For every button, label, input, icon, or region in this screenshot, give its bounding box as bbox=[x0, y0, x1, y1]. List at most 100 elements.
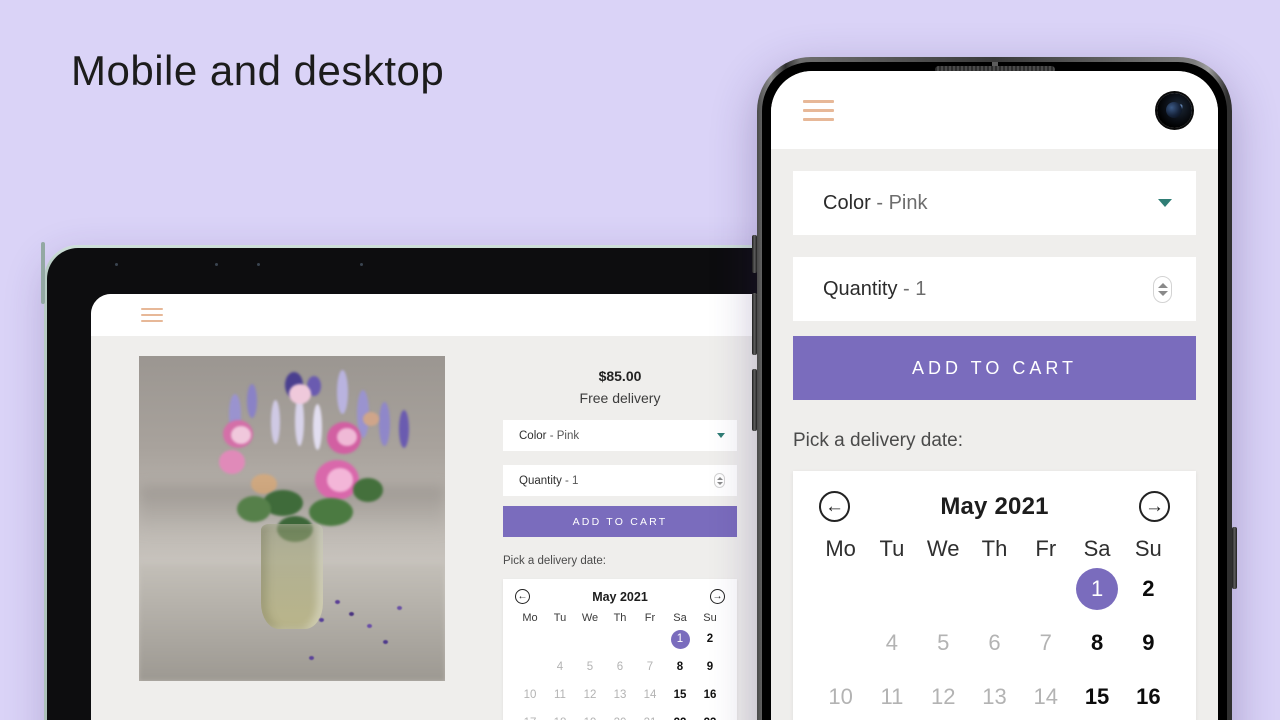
calendar-day-empty bbox=[866, 562, 917, 616]
weekday-header-mo: Mo bbox=[522, 612, 538, 624]
tablet-purchase-panel: $85.00 Free delivery Color - Pink Quanti… bbox=[503, 356, 737, 720]
quantity-stepper[interactable]: Quantity - 1 bbox=[793, 257, 1196, 321]
phone-power-button[interactable] bbox=[1232, 527, 1237, 589]
calendar-day-15[interactable]: 15 bbox=[1071, 670, 1122, 720]
calendar-day-empty bbox=[605, 625, 635, 653]
phone-side-button-1[interactable] bbox=[752, 235, 757, 273]
hamburger-icon[interactable] bbox=[803, 99, 834, 121]
hamburger-icon[interactable] bbox=[141, 308, 163, 322]
selected-day-badge: 1 bbox=[1076, 568, 1119, 610]
pick-date-label: Pick a delivery date: bbox=[793, 430, 964, 451]
phone-volume-up-button[interactable] bbox=[752, 293, 757, 355]
page-title: Mobile and desktop bbox=[71, 47, 445, 94]
add-to-cart-button[interactable]: ADD TO CART bbox=[503, 506, 737, 537]
calendar-grid: MoTuWeThFrSaSu12456789101112131415161718… bbox=[515, 612, 725, 720]
arrow-right-circle-icon[interactable]: → bbox=[1138, 491, 1170, 522]
calendar-day-empty bbox=[815, 616, 866, 670]
calendar-day-6[interactable]: 6 bbox=[605, 653, 635, 681]
calendar-day-2[interactable]: 2 bbox=[1123, 562, 1174, 616]
color-select[interactable]: Color - Pink bbox=[793, 171, 1196, 235]
stepper-icon[interactable] bbox=[714, 473, 725, 488]
chevron-down-icon[interactable] bbox=[1158, 199, 1172, 207]
calendar-day-selected[interactable]: 1 bbox=[665, 625, 695, 653]
weekday-header-we: We bbox=[926, 536, 960, 561]
arrow-left-circle-icon[interactable]: ← bbox=[515, 589, 530, 604]
calendar-day-4[interactable]: 4 bbox=[545, 653, 575, 681]
calendar-day-9[interactable]: 9 bbox=[1123, 616, 1174, 670]
calendar-day-selected[interactable]: 1 bbox=[1071, 562, 1122, 616]
delivery-note: Free delivery bbox=[579, 390, 661, 406]
calendar-day-2[interactable]: 2 bbox=[695, 625, 725, 653]
calendar-day-9[interactable]: 9 bbox=[695, 653, 725, 681]
weekday-header-mo: Mo bbox=[825, 536, 856, 561]
calendar-day-empty bbox=[1020, 562, 1071, 616]
calendar-header: ← May 2021 → bbox=[515, 589, 725, 604]
calendar-day-empty bbox=[969, 562, 1020, 616]
calendar-day-13[interactable]: 13 bbox=[605, 681, 635, 709]
phone-app-bar bbox=[771, 71, 1218, 149]
calendar-day-15[interactable]: 15 bbox=[665, 681, 695, 709]
calendar-day-4[interactable]: 4 bbox=[866, 616, 917, 670]
calendar-day-8[interactable]: 8 bbox=[1071, 616, 1122, 670]
calendar-day-16[interactable]: 16 bbox=[1123, 670, 1174, 720]
calendar-day-5[interactable]: 5 bbox=[918, 616, 969, 670]
calendar-day-18[interactable]: 18 bbox=[545, 709, 575, 720]
calendar-day-21[interactable]: 21 bbox=[635, 709, 665, 720]
calendar-day-16[interactable]: 16 bbox=[695, 681, 725, 709]
calendar-day-empty bbox=[815, 562, 866, 616]
add-to-cart-button[interactable]: ADD TO CART bbox=[793, 336, 1196, 400]
calendar-day-5[interactable]: 5 bbox=[575, 653, 605, 681]
quantity-label: Quantity bbox=[823, 277, 898, 300]
calendar-day-8[interactable]: 8 bbox=[665, 653, 695, 681]
color-value: - Pink bbox=[549, 429, 580, 442]
quantity-stepper[interactable]: Quantity - 1 bbox=[503, 465, 737, 496]
weekday-header-su: Su bbox=[1134, 536, 1162, 561]
weekday-header-th: Th bbox=[981, 536, 1008, 561]
phone-purchase-panel: Color - Pink Quantity - 1 ADD TO CART Pi… bbox=[771, 171, 1218, 720]
calendar-day-11[interactable]: 11 bbox=[866, 670, 917, 720]
calendar-day-11[interactable]: 11 bbox=[545, 681, 575, 709]
calendar-day-23[interactable]: 23 bbox=[695, 709, 725, 720]
tablet-calendar: ← May 2021 → Mo Tu We Th Fr Sa Su 1 2 4 5 6 7 8 9 10 11 1… bbox=[503, 579, 737, 720]
stepper-icon[interactable] bbox=[1153, 275, 1172, 303]
phone-volume-down-button[interactable] bbox=[752, 369, 757, 431]
phone-device: Color - Pink Quantity - 1 ADD TO CART Pi… bbox=[752, 57, 1237, 720]
product-image bbox=[139, 356, 445, 681]
color-label: Color bbox=[519, 429, 547, 442]
calendar-day-6[interactable]: 6 bbox=[969, 616, 1020, 670]
calendar-day-14[interactable]: 14 bbox=[635, 681, 665, 709]
calendar-month: May 2021 bbox=[592, 589, 648, 604]
calendar-day-10[interactable]: 10 bbox=[515, 681, 545, 709]
phone-screen: Color - Pink Quantity - 1 ADD TO CART Pi… bbox=[771, 71, 1218, 720]
weekday-header-tu: Tu bbox=[553, 612, 567, 624]
calendar-month: May 2021 bbox=[940, 492, 1049, 520]
quantity-value: - 1 bbox=[565, 474, 579, 487]
calendar-day-12[interactable]: 12 bbox=[575, 681, 605, 709]
calendar-day-14[interactable]: 14 bbox=[1020, 670, 1071, 720]
color-select[interactable]: Color - Pink bbox=[503, 420, 737, 451]
calendar-day-10[interactable]: 10 bbox=[815, 670, 866, 720]
calendar-day-12[interactable]: 12 bbox=[918, 670, 969, 720]
product-price: $85.00 bbox=[598, 368, 642, 384]
weekday-header-we: We bbox=[581, 612, 599, 624]
calendar-day-17[interactable]: 17 bbox=[515, 709, 545, 720]
calendar-day-20[interactable]: 20 bbox=[605, 709, 635, 720]
front-camera-icon bbox=[1157, 92, 1192, 128]
chevron-down-icon[interactable] bbox=[717, 433, 725, 438]
bouquet-graphic bbox=[167, 366, 417, 546]
weekday-header-su: Su bbox=[703, 612, 717, 624]
calendar-grid: MoTuWeThFrSaSu12456789101112131415161718… bbox=[815, 536, 1174, 720]
calendar-day-13[interactable]: 13 bbox=[969, 670, 1020, 720]
calendar-day-7[interactable]: 7 bbox=[1020, 616, 1071, 670]
arrow-right-circle-icon[interactable]: → bbox=[709, 589, 725, 604]
weekday-header-sa: Sa bbox=[673, 612, 687, 624]
calendar-day-7[interactable]: 7 bbox=[635, 653, 665, 681]
calendar-header: ← May 2021 → bbox=[815, 491, 1174, 522]
calendar-day-19[interactable]: 19 bbox=[575, 709, 605, 720]
vase-graphic bbox=[261, 524, 323, 629]
tablet-side-button[interactable] bbox=[41, 242, 45, 304]
weekday-header-fr: Fr bbox=[644, 612, 656, 624]
calendar-day-empty bbox=[545, 625, 575, 653]
calendar-day-22[interactable]: 22 bbox=[665, 709, 695, 720]
arrow-left-circle-icon[interactable]: ← bbox=[819, 491, 850, 522]
